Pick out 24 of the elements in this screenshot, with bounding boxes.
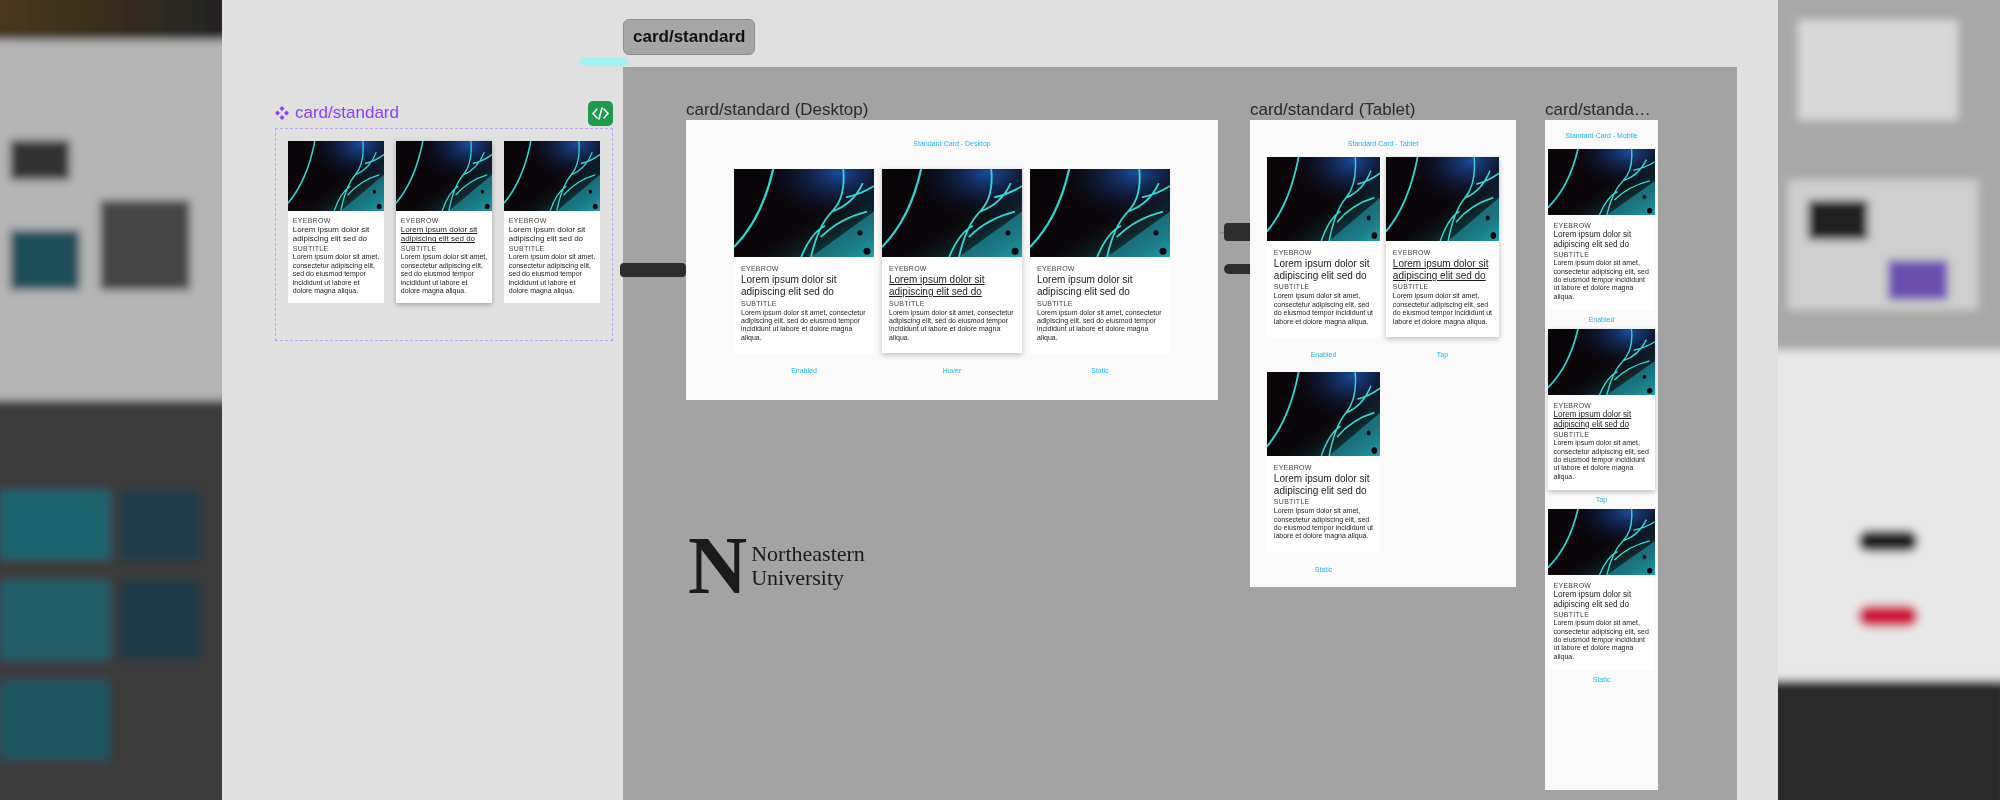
- card-title: Lorem ipsum dolor sit adipiscing elit sed do: [1273, 473, 1371, 497]
- card-title: Lorem ipsum dolor sit adipiscing elit sed do: [292, 225, 371, 244]
- card-title: Lorem ipsum dolor sit adipiscing elit sed do: [889, 274, 986, 298]
- card-title: Lorem ipsum dolor sit adipiscing elit sed do: [741, 274, 838, 298]
- card-title: Lorem ipsum dolor sit adipiscing elit sed do: [1553, 410, 1633, 429]
- status-tag: [580, 57, 628, 66]
- logo-text: Northeastern: [751, 541, 865, 566]
- component-title[interactable]: card/standard: [295, 103, 399, 123]
- card-title: Lorem ipsum dolor sit adipiscing elit sed do: [1553, 590, 1633, 609]
- annotation-tag: [620, 263, 686, 277]
- card-title: Lorem ipsum dolor sit adipiscing elit sed do: [1273, 258, 1371, 282]
- frame-label[interactable]: card/standa…: [1545, 100, 1651, 119]
- logo-text: University: [751, 566, 846, 591]
- card-title: Lorem ipsum dolor sit adipiscing elit sed do: [508, 225, 587, 244]
- section-label[interactable]: card/standard: [623, 19, 756, 55]
- logo-mark: N: [688, 525, 748, 607]
- code-icon[interactable]: [588, 100, 613, 126]
- card-title: Lorem ipsum dolor sit adipiscing elit sed do: [1553, 230, 1633, 249]
- frame-label[interactable]: card/standard (Tablet): [1250, 100, 1416, 119]
- card-title: Lorem ipsum dolor sit adipiscing elit sed do: [400, 225, 479, 244]
- component-icon: [275, 106, 289, 120]
- frame-label[interactable]: card/standard (Desktop): [686, 100, 869, 119]
- card-title: Lorem ipsum dolor sit adipiscing elit sed do: [1392, 258, 1490, 282]
- card-title: Lorem ipsum dolor sit adipiscing elit sed do: [1037, 274, 1134, 298]
